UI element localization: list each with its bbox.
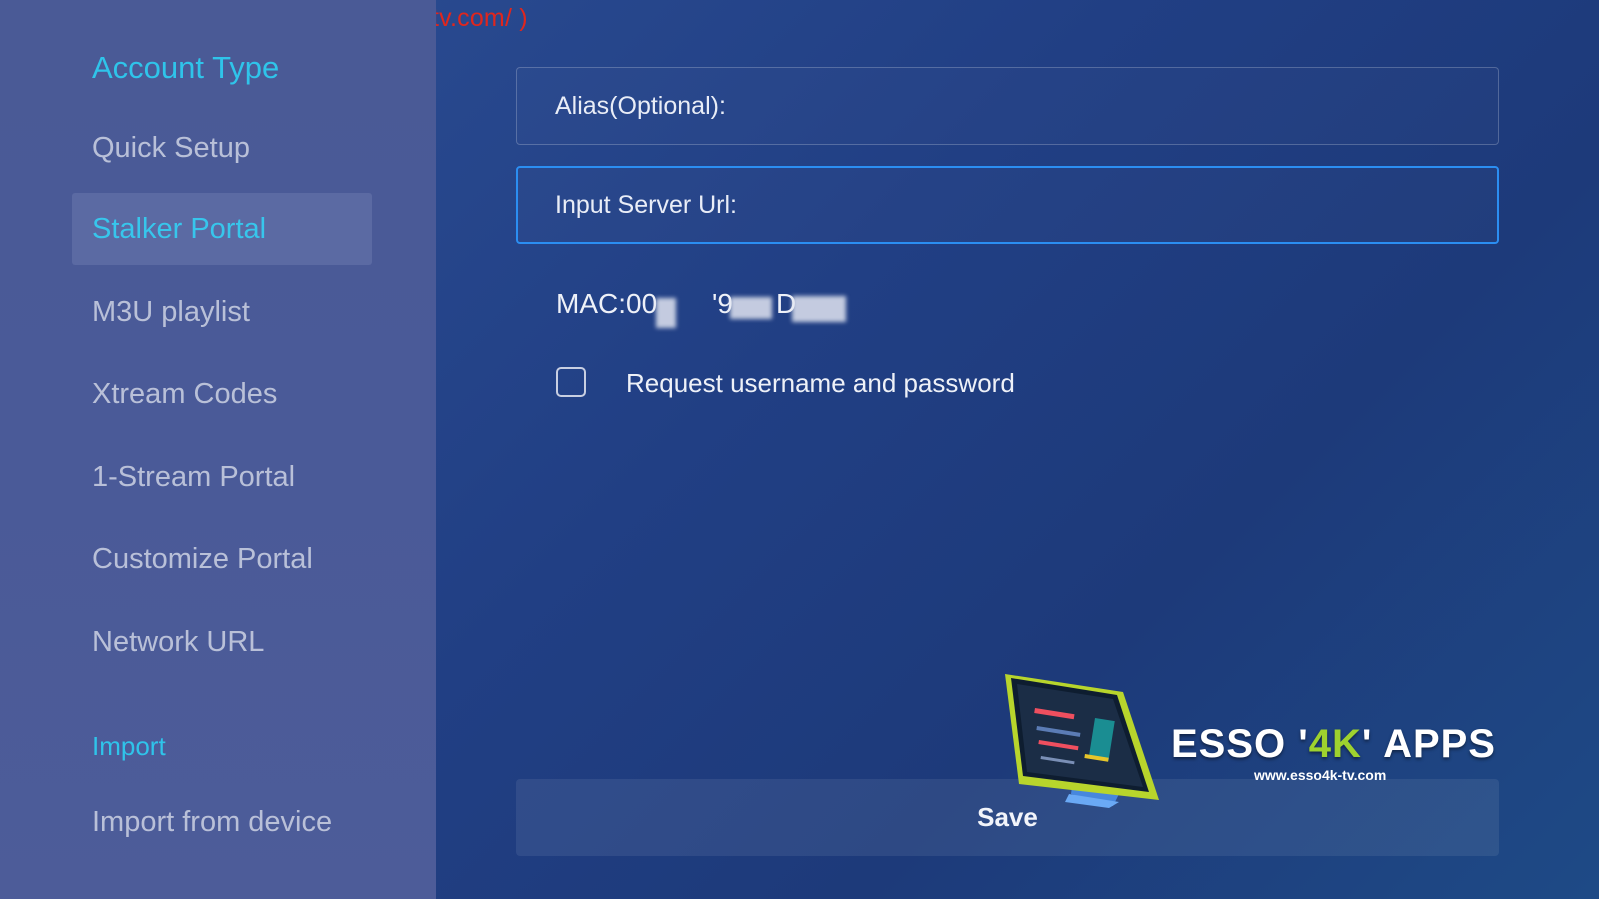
sidebar-item-network-url[interactable]: Network URL [72, 606, 372, 678]
alias-field[interactable]: Alias(Optional): [516, 67, 1499, 145]
mac-redaction [792, 296, 846, 322]
sidebar-item-quick-setup[interactable]: Quick Setup [72, 112, 372, 184]
sidebar-item-label: Stalker Portal [92, 212, 267, 245]
request-credentials-checkbox[interactable] [556, 367, 586, 397]
save-label: Save [977, 802, 1038, 832]
brand-suffix: ' APPS [1361, 722, 1496, 766]
sidebar-item-1-stream-portal[interactable]: 1-Stream Portal [72, 441, 372, 513]
sidebar-item-label: Network URL [92, 625, 265, 658]
brand-prefix: ESSO ' [1171, 722, 1309, 766]
import-heading: Import [92, 731, 166, 761]
mac-redaction [656, 298, 676, 328]
sidebar-item-label: Import from device [92, 805, 333, 838]
sidebar: Account Type Quick Setup Stalker Portal … [0, 0, 436, 899]
sidebar-item-xtream-codes[interactable]: Xtream Codes [72, 358, 372, 430]
brand-url: www.esso4k-tv.com [1254, 767, 1387, 783]
sidebar-item-label: M3U playlist [92, 295, 250, 328]
sidebar-item-import-from-device[interactable]: Import from device [72, 786, 372, 858]
sidebar-item-label: Quick Setup [92, 131, 250, 164]
mac-redaction [730, 297, 772, 319]
sidebar-item-label: Xtream Codes [92, 377, 278, 410]
sidebar-item-label: 1-Stream Portal [92, 460, 296, 493]
account-type-heading: Account Type [92, 50, 280, 85]
sidebar-item-m3u-playlist[interactable]: M3U playlist [72, 276, 372, 348]
sidebar-item-customize-portal[interactable]: Customize Portal [72, 523, 372, 595]
request-credentials-label[interactable]: Request username and password [626, 368, 1015, 399]
brand-accent: 4K [1308, 722, 1362, 766]
mac-address: MAC:00 [556, 288, 657, 320]
mac-prefix: MAC:00 [556, 288, 658, 319]
save-button[interactable]: Save [516, 779, 1499, 856]
brand-logo-text: ESSO '4K' APPS [1171, 722, 1496, 767]
sidebar-item-stalker-portal[interactable]: Stalker Portal [72, 193, 372, 265]
sidebar-item-label: Customize Portal [92, 542, 313, 575]
server-url-field[interactable]: Input Server Url: [516, 166, 1499, 244]
alias-label: Alias(Optional): [555, 91, 726, 120]
server-url-label: Input Server Url: [555, 190, 738, 219]
